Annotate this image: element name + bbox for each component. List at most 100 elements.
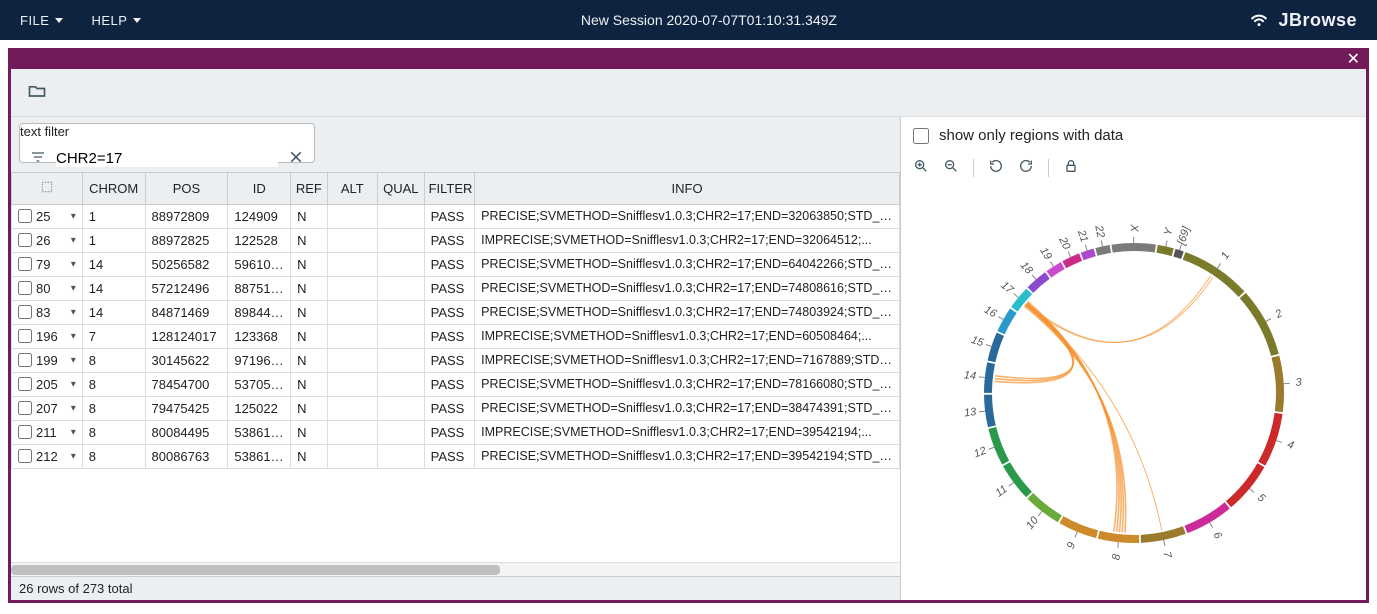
lock-icon[interactable] (1063, 158, 1079, 177)
circos-pane: show only regions with data (901, 117, 1366, 600)
table-row[interactable]: 26▾188972825122528NPASSIMPRECISE;SVMETHO… (12, 228, 900, 252)
circos-chrom-label: 4 (1285, 438, 1295, 451)
spreadsheet-pane: text filter (11, 117, 901, 600)
cell-chrom: 14 (82, 276, 145, 300)
circos-chrom-arc[interactable] (1095, 244, 1111, 255)
row-checkbox[interactable] (18, 449, 32, 463)
row-checkbox[interactable] (18, 209, 32, 223)
table-row[interactable]: 79▾145025658259610_3NPASSPRECISE;SVMETHO… (12, 252, 900, 276)
col-chrom[interactable]: CHROM (82, 172, 145, 204)
row-checkbox[interactable] (18, 329, 32, 343)
row-checkbox[interactable] (18, 257, 32, 271)
table-row[interactable]: 205▾87845470053705_1NPASSPRECISE;SVMETHO… (12, 372, 900, 396)
circos-chrom-arc[interactable] (1111, 243, 1155, 253)
chevron-down-icon[interactable]: ▾ (71, 451, 76, 462)
table-row[interactable]: 199▾83014562297196_1NPASSIMPRECISE;SVMET… (12, 348, 900, 372)
circos-chrom-arc[interactable] (1156, 244, 1173, 255)
rotate-ccw-icon[interactable] (988, 158, 1004, 177)
circos-chrom-arc[interactable] (984, 362, 995, 393)
zoom-in-icon[interactable] (913, 158, 929, 177)
circos-chrom-arc[interactable] (1080, 248, 1095, 260)
cell-alt (327, 228, 378, 252)
circos-chrom-arc[interactable] (1182, 252, 1244, 297)
circos-chrom-arc[interactable] (987, 332, 1003, 362)
row-checkbox[interactable] (18, 377, 32, 391)
chevron-down-icon[interactable]: ▾ (71, 307, 76, 318)
show-only-data-checkbox[interactable] (913, 128, 929, 144)
cell-ref: N (291, 348, 327, 372)
circos-chrom-arc[interactable] (1258, 412, 1282, 465)
circos-chord[interactable] (1024, 306, 1125, 533)
row-checkbox[interactable] (18, 281, 32, 295)
col-filter[interactable]: FILTER (424, 172, 475, 204)
col-pos[interactable]: POS (145, 172, 228, 204)
col-alt[interactable]: ALT (327, 172, 378, 204)
circos-chrom-arc[interactable] (1271, 355, 1283, 412)
chevron-down-icon[interactable]: ▾ (71, 211, 76, 222)
cell-info: IMPRECISE;SVMETHOD=Snifflesv1.0.3;CHR2=1… (475, 348, 900, 372)
row-checkbox[interactable] (18, 305, 32, 319)
chevron-down-icon[interactable]: ▾ (71, 379, 76, 390)
cell-id: 59610_3 (228, 252, 291, 276)
row-checkbox[interactable] (18, 401, 32, 415)
circos-chrom-arc[interactable] (1173, 248, 1183, 258)
table-row[interactable]: 83▾148487146989844_3NPASSPRECISE;SVMETHO… (12, 300, 900, 324)
horizontal-scrollbar[interactable] (11, 562, 900, 576)
circos-chrom-arc[interactable] (997, 308, 1016, 334)
filter-legend: text filter (20, 124, 69, 139)
filter-icon[interactable] (30, 149, 46, 168)
circos-chrom-arc[interactable] (1062, 253, 1082, 268)
circos-chrom-arc[interactable] (1059, 516, 1098, 538)
col-qual[interactable]: QUAL (378, 172, 425, 204)
cell-filter: PASS (424, 324, 475, 348)
chevron-down-icon[interactable]: ▾ (71, 331, 76, 342)
circos-chrom-arc[interactable] (988, 427, 1009, 465)
row-checkbox[interactable] (18, 233, 32, 247)
folder-open-icon[interactable] (27, 81, 47, 104)
chevron-down-icon[interactable]: ▾ (71, 283, 76, 294)
menu-help[interactable]: HELP (91, 13, 141, 28)
toolbar-divider (1048, 159, 1049, 177)
select-all-header[interactable] (12, 172, 83, 204)
col-id[interactable]: ID (228, 172, 291, 204)
circos-chord[interactable] (1027, 301, 1116, 531)
table-row[interactable]: 80▾145721249688751_1NPASSPRECISE;SVMETHO… (12, 276, 900, 300)
table-row[interactable]: 25▾188972809124909NPASSPRECISE;SVMETHOD=… (12, 204, 900, 228)
circos-chrom-arc[interactable] (1097, 530, 1138, 542)
chevron-down-icon[interactable]: ▾ (71, 403, 76, 414)
circos-chrom-arc[interactable] (1046, 262, 1064, 278)
rotate-cw-icon[interactable] (1018, 158, 1034, 177)
circos-chrom-arc[interactable] (1027, 272, 1049, 293)
circos-chord[interactable] (1026, 302, 1118, 531)
row-checkbox[interactable] (18, 425, 32, 439)
cell-chrom: 14 (82, 300, 145, 324)
chevron-down-icon[interactable]: ▾ (71, 235, 76, 246)
table-row[interactable]: 211▾88008449553861_1NPASSIMPRECISE;SVMET… (12, 420, 900, 444)
close-icon[interactable] (288, 149, 304, 168)
chevron-down-icon[interactable]: ▾ (71, 427, 76, 438)
circos-chrom-arc[interactable] (1140, 526, 1185, 543)
chevron-down-icon[interactable]: ▾ (71, 259, 76, 270)
cell-ref: N (291, 444, 327, 468)
cell-info: PRECISE;SVMETHOD=Snifflesv1.0.3;CHR2=17;… (475, 204, 900, 228)
circos-chrom-arc[interactable] (1184, 502, 1229, 533)
table-scroll[interactable]: CHROM POS ID REF ALT QUAL FILTER INFO 25… (11, 172, 900, 563)
table-row[interactable]: 212▾88008676353861_1NPASSPRECISE;SVMETHO… (12, 444, 900, 468)
row-index: 79 (36, 257, 67, 272)
col-info[interactable]: INFO (475, 172, 900, 204)
circos-chrom-arc[interactable] (984, 394, 996, 427)
menu-file[interactable]: FILE (20, 13, 63, 28)
zoom-out-icon[interactable] (943, 158, 959, 177)
table-row[interactable]: 196▾7128124017123368NPASSIMPRECISE;SVMET… (12, 324, 900, 348)
scrollbar-thumb[interactable] (11, 565, 500, 575)
filter-input[interactable] (56, 150, 278, 167)
table-row[interactable]: 207▾879475425125022NPASSPRECISE;SVMETHOD… (12, 396, 900, 420)
close-icon[interactable]: ✕ (1347, 52, 1360, 68)
cell-pos: 128124017 (145, 324, 228, 348)
cell-alt (327, 396, 378, 420)
circos-canvas[interactable]: 12345678910111213141516171819202122XY[69… (901, 185, 1366, 600)
circos-chrom-arc[interactable] (1239, 292, 1278, 355)
row-checkbox[interactable] (18, 353, 32, 367)
chevron-down-icon[interactable]: ▾ (71, 355, 76, 366)
col-ref[interactable]: REF (291, 172, 327, 204)
